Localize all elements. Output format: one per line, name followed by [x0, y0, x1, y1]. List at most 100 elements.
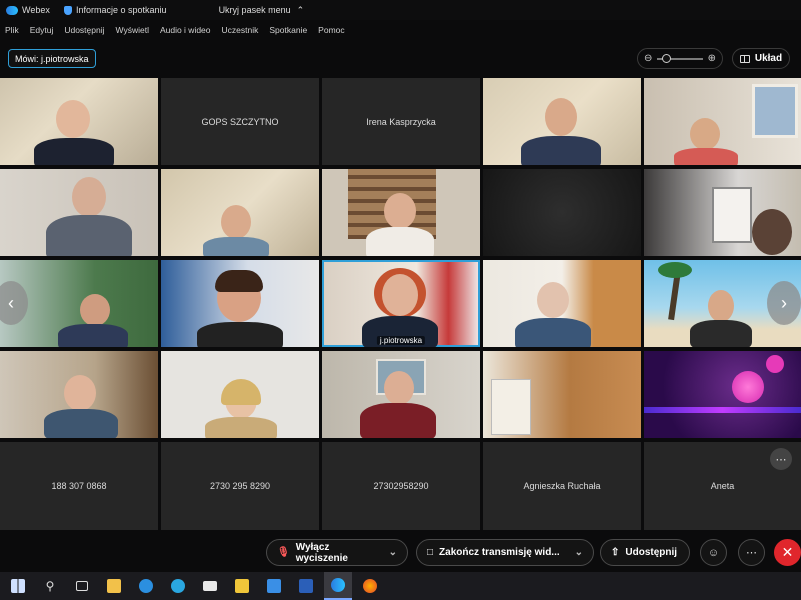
video-tile[interactable]: 188 307 0868	[0, 442, 158, 530]
participant-video	[674, 148, 738, 165]
video-tile[interactable]	[161, 260, 319, 347]
menu-item-audio-video[interactable]: Audio i wideo	[160, 25, 211, 35]
mail-icon[interactable]	[196, 572, 224, 600]
video-tile[interactable]: 27302958290	[322, 442, 480, 530]
participant-video	[205, 417, 277, 438]
participant-video	[515, 318, 591, 347]
participant-name: GOPS SZCZYTNO	[201, 116, 279, 127]
participant-name: Agnieszka Ruchała	[523, 481, 601, 491]
meeting-controls: 🎙 Wyłącz wyciszenie ⌄ □ Zakończ transmis…	[0, 534, 801, 572]
zoom-slider-knob[interactable]	[662, 53, 672, 63]
chevron-down-icon[interactable]: ⌄	[389, 547, 397, 558]
layout-grid-icon	[739, 54, 750, 63]
search-icon[interactable]: ⚲	[36, 572, 64, 600]
participant-video	[360, 403, 436, 438]
share-label: Udostępnij	[625, 547, 678, 558]
participant-name: 27302958290	[373, 481, 429, 491]
participant-video	[58, 324, 128, 347]
video-tile[interactable]	[483, 169, 641, 256]
mic-muted-icon: 🎙	[277, 547, 290, 558]
video-tile[interactable]	[483, 78, 641, 165]
unmute-button[interactable]: 🎙 Wyłącz wyciszenie ⌄	[266, 539, 408, 566]
layout-button[interactable]: Układ	[732, 48, 790, 69]
windows-start-icon[interactable]	[4, 572, 32, 600]
participant-name: j.piotrowska	[376, 336, 426, 345]
participant-video	[366, 227, 434, 256]
video-tile[interactable]: j.piotrowska	[322, 260, 480, 347]
video-tile[interactable]	[644, 351, 801, 438]
video-tile[interactable]	[0, 78, 158, 165]
zoom-out-icon[interactable]: ⊖	[644, 53, 652, 64]
video-tile[interactable]	[644, 169, 801, 256]
firefox-icon[interactable]	[356, 572, 384, 600]
menu-item-help[interactable]: Pomoc	[318, 25, 344, 35]
video-tile[interactable]: 2730 295 8290	[161, 442, 319, 530]
meeting-info-label: Informacje o spotkaniu	[76, 5, 167, 15]
hide-menu-label: Ukryj pasek menu	[218, 5, 291, 15]
participant-video	[221, 379, 261, 405]
participant-name: Irena Kasprzycka	[366, 116, 436, 127]
participant-video	[732, 371, 764, 403]
reactions-icon[interactable]: ☺	[700, 539, 727, 566]
hide-menu-button[interactable]: Ukryj pasek menu ⌃	[219, 5, 305, 16]
participant-video	[521, 136, 601, 165]
share-button[interactable]: ⇧ Udostępnij	[600, 539, 690, 566]
sticky-notes-icon[interactable]	[228, 572, 256, 600]
menu-item-participant[interactable]: Uczestnik	[222, 25, 259, 35]
video-tile[interactable]	[322, 351, 480, 438]
participant-video	[690, 118, 720, 150]
menu-item-share[interactable]: Udostępnij	[64, 25, 104, 35]
participant-video	[545, 98, 577, 136]
task-view-icon[interactable]	[68, 572, 96, 600]
share-icon: ⇧	[611, 547, 620, 558]
participant-name: Aneta	[710, 481, 735, 491]
zoom-slider[interactable]	[657, 53, 703, 63]
participant-video	[690, 320, 752, 347]
file-explorer-icon[interactable]	[100, 572, 128, 600]
participant-name: 2730 295 8290	[209, 481, 271, 491]
video-tile[interactable]	[0, 351, 158, 438]
menu-item-view[interactable]: Wyświetl	[116, 25, 149, 35]
video-tile[interactable]: GOPS SZCZYTNO	[161, 78, 319, 165]
browser-icon[interactable]	[164, 572, 192, 600]
participant-video	[644, 407, 801, 413]
webex-taskbar-icon[interactable]	[324, 572, 352, 600]
chevron-right-icon[interactable]: ›	[767, 281, 801, 325]
zoom-in-icon[interactable]: ⊕	[708, 53, 716, 64]
video-tile[interactable]: Agnieszka Ruchała	[483, 442, 641, 530]
participant-video	[215, 270, 263, 292]
video-tile[interactable]	[644, 78, 801, 165]
more-icon[interactable]: ⋯	[738, 539, 765, 566]
end-call-icon[interactable]: ✕	[774, 539, 801, 566]
tile-more-icon[interactable]: ⋯	[770, 448, 792, 470]
video-tile[interactable]	[161, 351, 319, 438]
participant-video	[34, 138, 114, 165]
participant-video	[384, 193, 416, 229]
participant-video	[44, 409, 118, 438]
participant-video	[491, 379, 531, 435]
participant-video	[384, 371, 414, 405]
menu-item-edit[interactable]: Edytuj	[30, 25, 54, 35]
chevron-down-icon[interactable]: ⌄	[575, 547, 583, 558]
word-icon[interactable]	[292, 572, 320, 600]
stop-video-label: Zakończ transmisję wid...	[439, 547, 560, 558]
participant-video	[203, 237, 269, 256]
menu-item-meeting[interactable]: Spotkanie	[269, 25, 307, 35]
video-tile[interactable]	[483, 351, 641, 438]
menu-item-file[interactable]: Plik	[5, 25, 19, 35]
edge-icon[interactable]	[132, 572, 160, 600]
video-tile[interactable]	[0, 169, 158, 256]
video-tile[interactable]	[161, 169, 319, 256]
video-tile[interactable]	[322, 169, 480, 256]
participant-video	[64, 375, 96, 411]
menu-bar: Plik Edytuj Udostępnij Wyświetl Audio i …	[0, 22, 345, 38]
video-tile[interactable]	[483, 260, 641, 347]
stop-video-button[interactable]: □ Zakończ transmisję wid... ⌄	[416, 539, 594, 566]
calendar-icon[interactable]	[260, 572, 288, 600]
meeting-info-button[interactable]: Informacje o spotkaniu	[64, 5, 167, 15]
zoom-control[interactable]: ⊖ ⊕	[637, 48, 723, 69]
participant-name: 188 307 0868	[51, 481, 107, 491]
video-tile[interactable]: Irena Kasprzycka	[322, 78, 480, 165]
app-title: Webex	[6, 5, 58, 15]
taskbar: ⚲	[0, 572, 801, 600]
